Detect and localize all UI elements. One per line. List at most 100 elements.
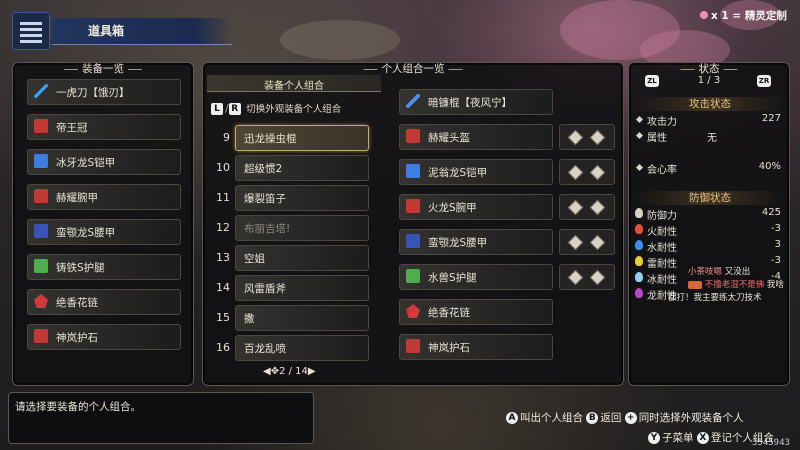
hint-b[interactable]: B 返回 bbox=[586, 412, 621, 424]
preview-equipment-label: 水兽S护腿 bbox=[428, 272, 477, 284]
appearance-switch[interactable]: L / R 切换外观装备个人组合 bbox=[211, 101, 381, 115]
loadout-slot-label: 布丽吉塔! bbox=[244, 223, 291, 235]
loadout-subheader: 装备个人组合 bbox=[207, 75, 381, 92]
plus-button-icon: + bbox=[624, 412, 637, 424]
loadout-slot[interactable]: 12 布丽吉塔! bbox=[216, 215, 369, 241]
loadout-slot[interactable]: 10 超级惯2 bbox=[216, 155, 369, 181]
page-next-arrow-icon[interactable]: ▶ bbox=[308, 366, 316, 377]
status-title: 状态 bbox=[680, 62, 738, 76]
r-button-icon: R bbox=[228, 103, 241, 115]
preview-equipment-item: 暗镰棍【夜风宁】 bbox=[399, 89, 553, 115]
page-number: 2 / 14 bbox=[279, 366, 308, 377]
status-pager[interactable]: ZL 1 / 3 ZR bbox=[635, 75, 783, 89]
chat-message-2: 不撸老湿不是佛 bbox=[704, 280, 765, 290]
y-button-icon: Y bbox=[648, 432, 660, 444]
decoration-slot-icon bbox=[567, 199, 584, 216]
hint-y[interactable]: Y 子菜单 bbox=[648, 432, 694, 444]
watermark: 3545943 bbox=[752, 438, 790, 448]
attack-status-header: 攻击状态 bbox=[635, 97, 785, 111]
element-icon bbox=[635, 240, 643, 250]
equipment-item[interactable]: 蛮颚龙S腰甲 bbox=[27, 219, 181, 245]
loadout-slot-number: 13 bbox=[216, 251, 230, 264]
preview-equipment-item: 水兽S护腿 bbox=[399, 264, 553, 290]
element-icon bbox=[635, 208, 643, 218]
decoration-slot-icon bbox=[567, 129, 584, 146]
loadout-slot-label: 百龙乱喷 bbox=[244, 343, 286, 355]
hint-row-1: A 叫出个人组合 B 返回 + 同时选择外观装备个人 bbox=[506, 410, 744, 425]
loadout-slot-number: 12 bbox=[216, 221, 230, 234]
preview-equipment-label: 泥翁龙S铠甲 bbox=[428, 167, 488, 179]
loadout-slot[interactable]: 16 百龙乱喷 bbox=[216, 335, 369, 361]
preview-equipment-label: 赫耀头盔 bbox=[428, 132, 470, 144]
loadout-subheader-label: 装备个人组合 bbox=[264, 81, 324, 92]
decoration-slot-icon bbox=[589, 199, 606, 216]
charm-icon bbox=[34, 294, 48, 308]
deco-slots bbox=[559, 229, 615, 255]
loadout-slot-number: 15 bbox=[216, 311, 230, 324]
helm-icon bbox=[34, 119, 48, 133]
chat-badge-icon bbox=[688, 280, 702, 289]
stat-bullet-icon bbox=[635, 115, 644, 124]
equipment-item[interactable]: 帝王冠 bbox=[27, 114, 181, 140]
preview-equipment-item: 泥翁龙S铠甲 bbox=[399, 159, 553, 185]
chat-message-3: 都打！我主要练太刀技术 bbox=[668, 293, 762, 303]
equipment-item[interactable]: 赫耀腕甲 bbox=[27, 184, 181, 210]
waist-armor-icon bbox=[34, 224, 48, 238]
equipment-item[interactable]: 绝香花链 bbox=[27, 289, 181, 315]
stat-name: 防御力 bbox=[647, 211, 677, 222]
hint-plus[interactable]: + 同时选择外观装备个人 bbox=[624, 412, 744, 424]
loadout-slot[interactable]: 9 迅龙操虫棍 bbox=[223, 125, 369, 151]
x-button-icon: X bbox=[696, 432, 709, 444]
loadout-slot-number: 9 bbox=[223, 131, 230, 144]
page-indicator[interactable]: ◀✥2 / 14▶ bbox=[263, 366, 316, 377]
preview-equipment-label: 火龙S腕甲 bbox=[428, 202, 477, 214]
loadout-slot[interactable]: 11 爆裂笛子 bbox=[216, 185, 369, 211]
insect-glaive-icon bbox=[406, 94, 420, 108]
equipment-item-label: 铸铁S护腿 bbox=[56, 262, 105, 274]
talisman-icon bbox=[34, 329, 48, 343]
attack-stat: 会心率 40% bbox=[635, 161, 781, 176]
stat-value: 3 bbox=[774, 239, 781, 250]
loadout-slot[interactable]: 14 风雷盾斧 bbox=[216, 275, 369, 301]
preview-equipment-label: 暗镰棍【夜风宁】 bbox=[428, 97, 512, 109]
preview-equipment-item: 绝香花链 bbox=[399, 299, 553, 325]
stat-name: 攻击力 bbox=[647, 117, 677, 128]
leg-armor-icon bbox=[406, 269, 420, 283]
stat-value: 425 bbox=[761, 207, 781, 218]
chat-message-1: 又没出 bbox=[724, 267, 751, 277]
chat-overlay: 小茶吱嗯 又没出 不撸老湿不是佛 我啥 都打！我主要练太刀技术 bbox=[668, 266, 800, 305]
loadout-slot[interactable]: 13 空姐 bbox=[216, 245, 369, 271]
page-prev-arrow-icon[interactable]: ◀ bbox=[263, 366, 271, 377]
stat-bullet-icon bbox=[635, 163, 644, 172]
equipment-item[interactable]: 冰牙龙S铠甲 bbox=[27, 149, 181, 175]
b-button-icon: B bbox=[586, 412, 599, 424]
waist-armor-icon bbox=[406, 234, 420, 248]
message-text: 请选择要装备的个人组合。 bbox=[15, 401, 141, 413]
equipment-item[interactable]: 铸铁S护腿 bbox=[27, 254, 181, 280]
loadout-slot-number: 11 bbox=[216, 191, 230, 204]
preview-equipment-item: 神岚护石 bbox=[399, 334, 553, 360]
defense-stat: 防御力 425 bbox=[635, 207, 781, 222]
equipment-list-panel: 装备一览 一虎刀【饿刃】 帝王冠 冰牙龙S铠甲 赫耀腕甲 蛮颚龙S腰甲 铸铁S护腿 绝香花链… bbox=[12, 62, 194, 386]
loadout-slot[interactable]: 15 撒 bbox=[216, 305, 369, 331]
decoration-slot-icon bbox=[567, 234, 584, 251]
equipment-item-label: 一虎刀【饿刃】 bbox=[56, 87, 130, 99]
chat-user-name: 小茶吱嗯 bbox=[688, 267, 723, 277]
arm-armor-icon bbox=[34, 189, 48, 203]
loadout-slot-label: 风雷盾斧 bbox=[244, 283, 286, 295]
equipment-item[interactable]: 神岚护石 bbox=[27, 324, 181, 350]
decoration-slot-icon bbox=[589, 234, 606, 251]
appearance-switch-label: 切换外观装备个人组合 bbox=[246, 104, 342, 115]
hint-a[interactable]: A 叫出个人组合 bbox=[506, 412, 583, 424]
stat-name: 会心率 bbox=[647, 165, 677, 176]
l-button-icon: L bbox=[211, 103, 223, 115]
stat-name: 火耐性 bbox=[647, 227, 677, 238]
loadout-slot-number: 14 bbox=[216, 281, 230, 294]
equipment-item[interactable]: 一虎刀【饿刃】 bbox=[27, 79, 181, 105]
decoration-slot-icon bbox=[589, 269, 606, 286]
watermark-id: 3545943 bbox=[752, 438, 790, 448]
charm-icon bbox=[406, 304, 420, 318]
equipment-item-label: 神岚护石 bbox=[56, 332, 98, 344]
arm-armor-icon bbox=[406, 199, 420, 213]
status-panel: 状态 ZL 1 / 3 ZR 攻击状态 攻击力 227 属性 无会心率 40% 防御状态… bbox=[628, 62, 790, 386]
